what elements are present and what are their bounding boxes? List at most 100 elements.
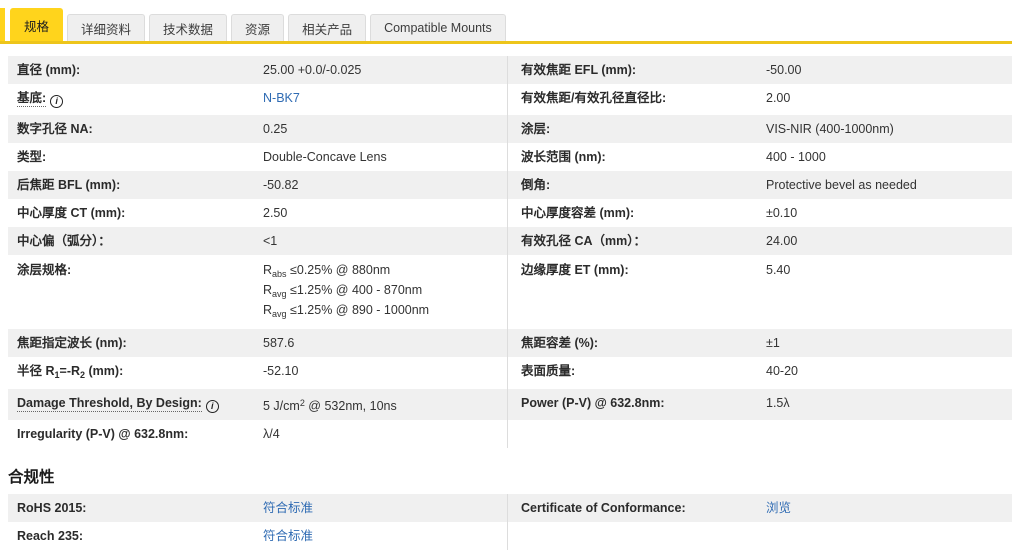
spec-label: 半径 R1=-R2 (mm): <box>8 364 263 382</box>
spec-label-text: 中心偏（弧分）： <box>17 234 111 248</box>
spec-pair: Reach 235: 符合标准 <box>8 522 507 550</box>
spec-label-text: 涂层规格: <box>17 263 72 277</box>
spec-pair: 后焦距 BFL (mm): -50.82 <box>8 171 507 199</box>
spec-label: Damage Threshold, By Design: i <box>8 396 263 413</box>
spec-label-text: 焦距指定波长 (nm): <box>17 336 127 350</box>
info-icon[interactable]: i <box>205 400 219 413</box>
tab-details[interactable]: 详细资料 <box>67 14 146 41</box>
spec-label-text: 中心厚度容差 (mm): <box>521 206 635 220</box>
table-row: 涂层规格: Rabs ≤0.25% @ 880nm Ravg ≤1.25% @ 40… <box>8 255 1012 329</box>
spec-pair: 基底: i N-BK7 <box>8 84 507 115</box>
spec-label-text: 类型: <box>17 150 47 164</box>
spec-pair: 数字孔径 NA: 0.25 <box>8 115 507 143</box>
spec-label-text: 有效焦距/有效孔径直径比: <box>521 91 667 105</box>
spec-label <box>508 427 766 441</box>
spec-value: -52.10 <box>263 364 299 378</box>
spec-value-link[interactable]: N-BK7 <box>263 91 507 108</box>
spec-pair: 有效焦距/有效孔径直径比: 2.00 <box>507 84 1012 115</box>
tab-compatible-mounts[interactable]: Compatible Mounts <box>370 14 506 41</box>
spec-value: 400 - 1000 <box>766 150 826 164</box>
spec-label-text: 直径 (mm): <box>17 63 81 77</box>
spec-value: λ/4 <box>263 427 280 441</box>
tab-label: 详细资料 <box>81 22 132 37</box>
spec-label: 波长范围 (nm): <box>508 150 766 164</box>
table-row: 基底: i N-BK7 有效焦距/有效孔径直径比: 2.00 <box>8 84 1012 115</box>
spec-pair <box>507 522 1012 550</box>
spec-pair: 有效孔径 CA（mm）： 24.00 <box>507 227 1012 255</box>
spec-pair: 表面质量: 40-20 <box>507 357 1012 389</box>
info-icon[interactable]: i <box>50 95 64 108</box>
spec-label-text: 后焦距 BFL (mm): <box>17 178 121 192</box>
tab-specifications[interactable]: 规格 <box>10 8 64 41</box>
spec-label-text: 边缘厚度 ET (mm): <box>521 263 629 277</box>
spec-label-text: 数字孔径 NA: <box>17 122 93 136</box>
yellow-edge-stripe <box>0 8 5 41</box>
spec-pair: 直径 (mm): 25.00 +0.0/-0.025 <box>8 56 507 84</box>
spec-pair: RoHS 2015: 符合标准 <box>8 494 507 522</box>
spec-pair: 波长范围 (nm): 400 - 1000 <box>507 143 1012 171</box>
spec-label-text: 有效孔径 CA（mm）： <box>521 234 647 248</box>
table-row: 半径 R1=-R2 (mm): -52.10 表面质量: 40-20 <box>8 357 1012 389</box>
spec-value: 1.5λ <box>766 396 790 410</box>
spec-label: 涂层规格: <box>8 262 263 322</box>
spec-label <box>508 529 766 543</box>
spec-label-text: 半径 R1=-R2 (mm): <box>17 364 124 380</box>
spec-label-text: 表面质量: <box>521 364 576 378</box>
spec-label: 焦距容差 (%): <box>508 336 766 350</box>
spec-label-text: RoHS 2015: <box>17 501 87 515</box>
spec-label: 有效焦距/有效孔径直径比: <box>508 91 766 108</box>
spec-pair: 焦距容差 (%): ±1 <box>507 329 1012 357</box>
table-row: Irregularity (P-V) @ 632.8nm: λ/4 <box>8 420 1012 448</box>
spec-pair: Certificate of Conformance: 浏览 <box>507 494 1012 522</box>
spec-pair: 涂层: VIS-NIR (400-1000nm) <box>507 115 1012 143</box>
spec-label: 基底: i <box>8 91 263 108</box>
tab-underline <box>0 41 1012 44</box>
spec-label: 边缘厚度 ET (mm): <box>508 262 766 322</box>
tab-resources[interactable]: 资源 <box>231 14 285 41</box>
spec-value: -50.00 <box>766 63 802 77</box>
spec-value: Double-Concave Lens <box>263 150 387 164</box>
spec-pair: 涂层规格: Rabs ≤0.25% @ 880nm Ravg ≤1.25% @ 40… <box>8 255 507 329</box>
spec-value <box>766 427 1012 441</box>
spec-label: 中心厚度容差 (mm): <box>508 206 766 220</box>
tab-related-products[interactable]: 相关产品 <box>288 14 367 41</box>
tab-technical-data[interactable]: 技术数据 <box>149 14 228 41</box>
spec-label-text: Damage Threshold, By Design: <box>17 396 202 412</box>
spec-value: 5.40 <box>766 263 791 277</box>
spec-pair: 中心偏（弧分）： <1 <box>8 227 507 255</box>
spec-value: <1 <box>263 234 278 248</box>
spec-value-link[interactable]: 符合标准 <box>263 529 507 543</box>
spec-label: 中心厚度 CT (mm): <box>8 206 263 220</box>
spec-label-text: 基底: <box>17 91 47 107</box>
spec-value: Rabs ≤0.25% @ 880nm Ravg ≤1.25% @ 400 - 8… <box>263 263 430 319</box>
table-row: 类型: Double-Concave Lens 波长范围 (nm): 400 - 10… <box>8 143 1012 171</box>
table-row: 直径 (mm): 25.00 +0.0/-0.025 有效焦距 EFL (mm): -… <box>8 56 1012 84</box>
spec-label: 类型: <box>8 150 263 164</box>
spec-pair: Damage Threshold, By Design: i 5 J/cm2 @ 5… <box>8 389 507 420</box>
spec-value <box>766 529 1012 543</box>
spec-label: 中心偏（弧分）： <box>8 234 263 248</box>
spec-label: 焦距指定波长 (nm): <box>8 336 263 350</box>
spec-label-text: 涂层: <box>521 122 551 136</box>
spec-pair <box>507 420 1012 448</box>
spec-label: Power (P-V) @ 632.8nm: <box>508 396 766 413</box>
tab-label: 技术数据 <box>163 22 214 37</box>
tab-label: Compatible Mounts <box>384 21 492 35</box>
spec-value: 24.00 <box>766 234 798 248</box>
spec-value-link[interactable]: 浏览 <box>766 501 1012 515</box>
table-row: Damage Threshold, By Design: i 5 J/cm2 @ 5… <box>8 389 1012 420</box>
spec-label: 倒角: <box>508 178 766 192</box>
specifications-table: 直径 (mm): 25.00 +0.0/-0.025 有效焦距 EFL (mm): -… <box>8 56 1012 448</box>
table-row: Reach 235: 符合标准 <box>8 522 1012 550</box>
spec-label: 直径 (mm): <box>8 63 263 77</box>
spec-label-text: Irregularity (P-V) @ 632.8nm: <box>17 427 189 441</box>
spec-value: 5 J/cm2 @ 532nm, 10ns <box>263 398 397 413</box>
table-row: 数字孔径 NA: 0.25 涂层: VIS-NIR (400-1000nm) <box>8 115 1012 143</box>
spec-label-text: Reach 235: <box>17 529 84 543</box>
spec-value-link[interactable]: 符合标准 <box>263 501 507 515</box>
spec-label: 后焦距 BFL (mm): <box>8 178 263 192</box>
spec-label: 涂层: <box>508 122 766 136</box>
spec-value: 0.25 <box>263 122 288 136</box>
spec-pair: 边缘厚度 ET (mm): 5.40 <box>507 255 1012 329</box>
spec-label-text: Power (P-V) @ 632.8nm: <box>521 396 665 410</box>
